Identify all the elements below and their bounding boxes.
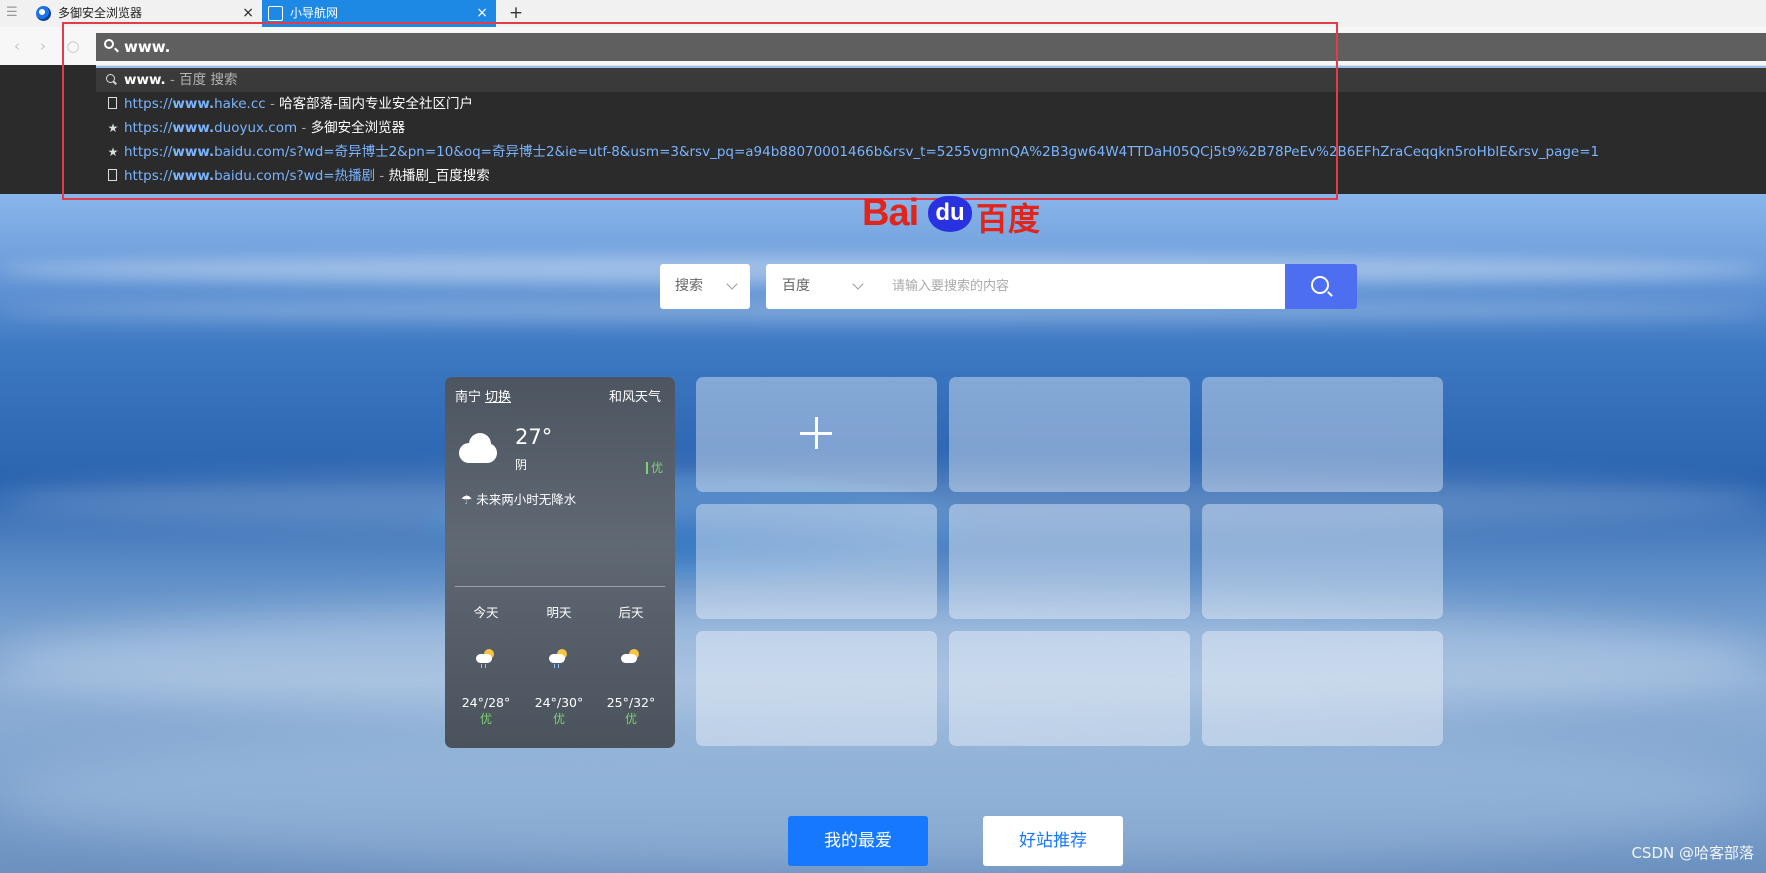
search-icon: [1311, 276, 1329, 294]
shortcut-tile[interactable]: [949, 504, 1190, 619]
shortcut-tile[interactable]: [1202, 377, 1443, 492]
day-temp-range: 24°/30°: [534, 695, 584, 710]
add-shortcut-tile[interactable]: [696, 377, 937, 492]
chevron-down-icon: [726, 278, 738, 290]
cloudy-icon: [459, 429, 503, 463]
plus-icon: [800, 417, 832, 449]
page-tab-icon: [268, 6, 283, 21]
engine-select[interactable]: 百度: [782, 264, 810, 309]
shortcut-tile[interactable]: [1202, 631, 1443, 746]
shortcut-tile[interactable]: [1202, 504, 1443, 619]
day-air-quality: 优: [624, 712, 637, 726]
annotation-highlight-box: [62, 22, 1338, 200]
watermark: CSDN @哈客部落: [1631, 844, 1754, 862]
air-quality-badge: 优: [646, 459, 663, 476]
search-type-label: 搜索: [675, 278, 703, 294]
rain-note-text: 未来两小时无降水: [476, 492, 577, 507]
logo-bai-text: Bai: [862, 192, 919, 234]
day-temp-range: 25°/32°: [606, 695, 656, 710]
partly-cloudy-rain-icon: [549, 649, 569, 668]
weather-city: 南宁 切换: [455, 386, 511, 405]
current-condition: 阴: [515, 458, 528, 472]
search-input[interactable]: 请输入要搜索的内容: [892, 264, 1009, 309]
day-temp-range: 24°/28°: [461, 695, 511, 710]
day-name: 今天: [473, 605, 499, 620]
switch-city-link[interactable]: 切换: [485, 390, 511, 405]
weather-source-link[interactable]: 和风天气: [609, 386, 661, 405]
recommended-sites-button[interactable]: 好站推荐: [983, 816, 1123, 866]
day-air-quality: 优: [552, 712, 565, 726]
logo-paw-icon: du: [928, 196, 972, 232]
day-name: 明天: [546, 605, 572, 620]
shortcut-tile[interactable]: [696, 631, 937, 746]
logo-cn-text: 百度: [976, 200, 1041, 238]
chevron-down-icon: [852, 278, 864, 290]
search-button[interactable]: [1285, 264, 1357, 309]
forecast-day: 今天 24°/28° 优: [456, 602, 516, 727]
city-name: 南宁: [455, 390, 482, 405]
partly-cloudy-icon: [621, 649, 641, 665]
browser-logo-icon: [36, 6, 51, 21]
forward-icon[interactable]: ›: [34, 37, 52, 55]
shortcut-tile[interactable]: [949, 377, 1190, 492]
forecast-day: 后天 25°/32° 优: [601, 602, 661, 727]
forecast-day: 明天 24°/30° 优: [529, 602, 589, 727]
day-air-quality: 优: [479, 712, 492, 726]
rain-forecast-note: ☂ 未来两小时无降水: [461, 492, 577, 507]
back-icon[interactable]: ‹: [8, 37, 26, 55]
baidu-logo: Bai du 百度: [862, 192, 1052, 238]
current-temperature: 27°: [515, 425, 553, 449]
my-favorites-button[interactable]: 我的最爱: [788, 816, 928, 866]
partly-cloudy-rain-icon: [476, 649, 496, 668]
shortcut-tile[interactable]: [949, 631, 1190, 746]
divider: [455, 586, 665, 587]
menu-icon[interactable]: ☰: [6, 5, 22, 21]
search-type-select[interactable]: 搜索: [660, 264, 750, 309]
day-name: 后天: [618, 605, 644, 620]
weather-card: 南宁 切换 和风天气 27° 阴 优 ☂ 未来两小时无降水 今天 24°/28° …: [445, 377, 675, 748]
shortcut-tile[interactable]: [696, 504, 937, 619]
search-box: 百度 请输入要搜索的内容: [766, 264, 1285, 309]
